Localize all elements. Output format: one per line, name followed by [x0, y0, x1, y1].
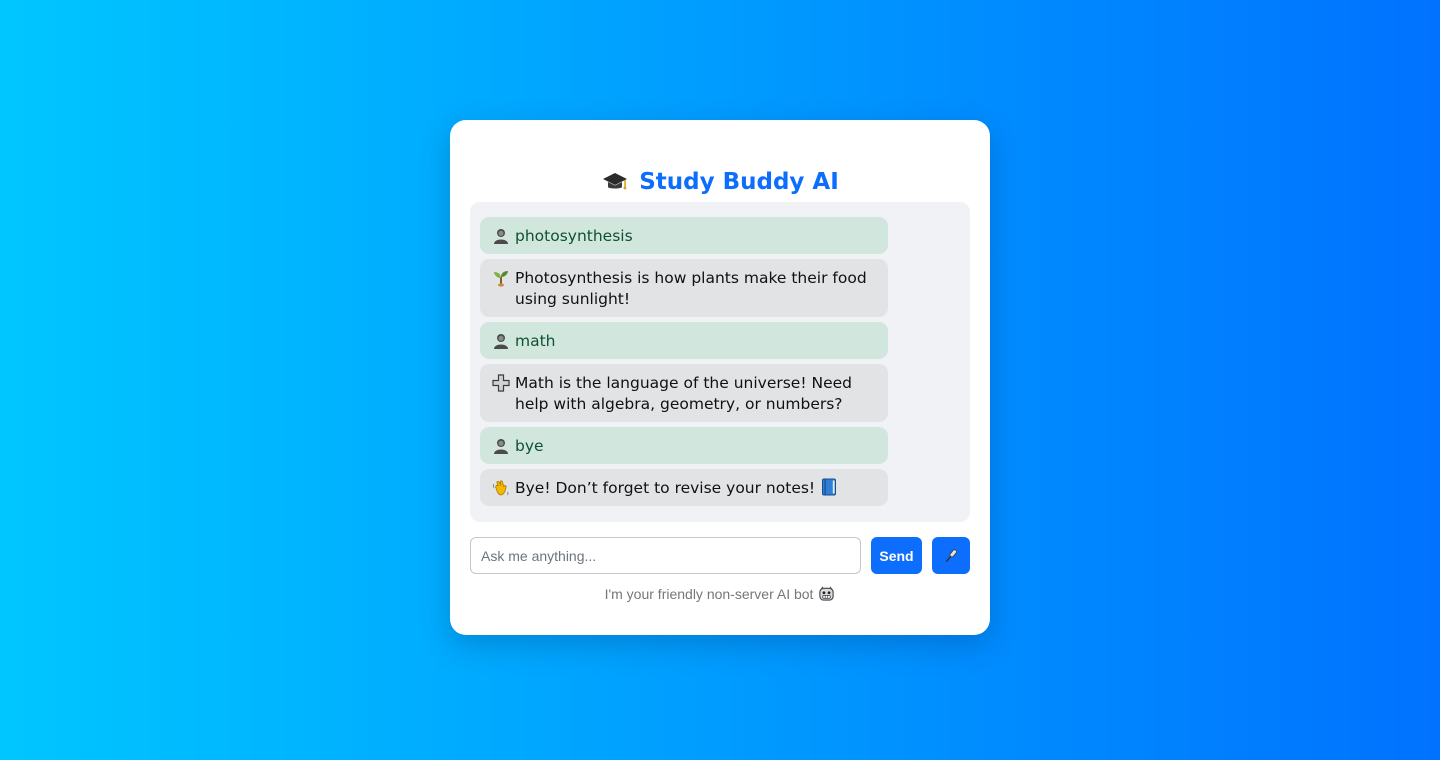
user-message: photosynthesis	[480, 217, 888, 254]
footer-text: I'm your friendly non-server AI bot	[604, 585, 814, 602]
waving-hand-icon	[492, 480, 509, 496]
mic-button[interactable]	[932, 537, 970, 574]
chat-log: photosynthesis Photosynthesis is how pla…	[470, 202, 970, 522]
message-text: Math is the language of the universe! Ne…	[515, 374, 852, 413]
user-message: math	[480, 322, 888, 359]
chat-card: Study Buddy AI photosynthesis Photosynth…	[450, 120, 990, 635]
bot-message: Bye! Don’t forget to revise your notes!	[480, 469, 888, 506]
ask-input[interactable]	[470, 537, 861, 574]
send-button[interactable]: Send	[871, 537, 922, 574]
message-text: math	[515, 332, 556, 350]
app-header: Study Buddy AI	[470, 120, 970, 202]
footer-note: I'm your friendly non-server AI bot	[470, 585, 970, 602]
user-icon	[494, 334, 508, 349]
page-title: Study Buddy AI	[639, 169, 839, 195]
bot-face-icon	[819, 586, 835, 601]
graduation-cap-icon	[603, 173, 628, 190]
bot-message: Photosynthesis is how plants make their …	[480, 259, 888, 317]
plus-icon	[492, 374, 510, 392]
message-text: photosynthesis	[515, 227, 633, 245]
user-icon	[494, 229, 508, 244]
user-icon	[494, 439, 508, 454]
seedling-icon	[494, 271, 508, 287]
bot-message: Math is the language of the universe! Ne…	[480, 364, 888, 422]
blue-book-icon	[822, 478, 837, 496]
message-text: Photosynthesis is how plants make their …	[515, 269, 867, 308]
microphone-icon	[945, 548, 957, 562]
message-text: Bye! Don’t forget to revise your notes!	[515, 478, 876, 499]
message-text: bye	[515, 437, 544, 455]
user-message: bye	[480, 427, 888, 464]
input-row: Send	[470, 537, 970, 574]
